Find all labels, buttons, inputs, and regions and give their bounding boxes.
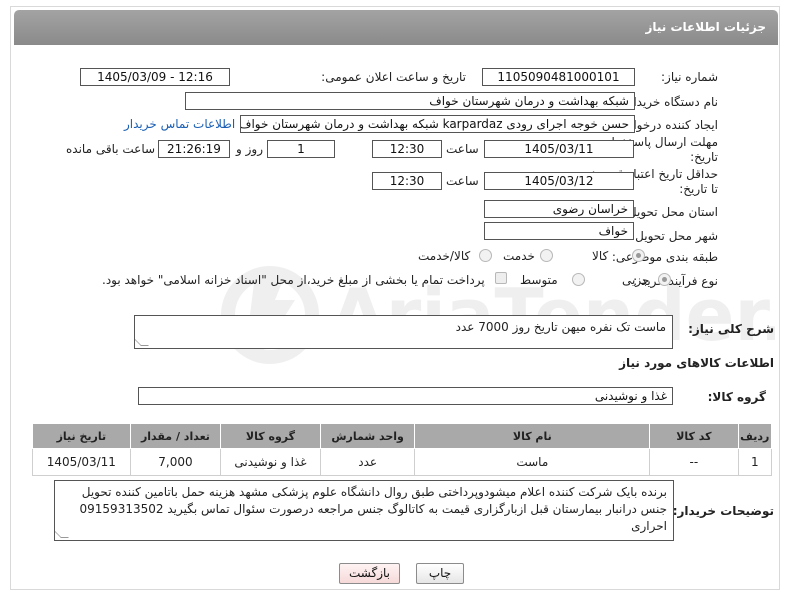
process-radio-medium[interactable] xyxy=(572,273,585,286)
validity-time-label: ساعت xyxy=(446,174,479,188)
validity-time-field: 12:30 xyxy=(372,172,442,190)
goods-group-field: غذا و نوشیدنی xyxy=(138,387,673,405)
process-option-minor: جزیی xyxy=(622,273,650,287)
buyer-contact-link[interactable]: اطلاعات تماس خریدار xyxy=(124,117,235,131)
buyer-field: شبکه بهداشت و درمان شهرستان خواف xyxy=(185,92,635,110)
cell-need-date: 1405/03/11 xyxy=(32,448,131,476)
col-header-row-number: ردیف xyxy=(737,423,773,449)
category-option-service: خدمت xyxy=(503,249,535,263)
col-header-unit: واحد شمارش xyxy=(319,423,416,449)
remaining-time-field: 21:26:19 xyxy=(158,140,230,158)
deadline-label-line2: تاریخ: xyxy=(690,150,718,164)
back-button[interactable]: بازگشت xyxy=(339,563,400,584)
category-option-goods: کالا xyxy=(592,249,609,263)
page-title: جزئیات اطلاعات نیاز xyxy=(645,20,766,34)
table-row: 1 -- ماست عدد غذا و نوشیدنی 7,000 1405/0… xyxy=(32,448,773,476)
cell-quantity: 7,000 xyxy=(129,448,222,476)
buyer-notes-textarea[interactable]: برنده بایک شرکت کننده اعلام میشودوپرداخت… xyxy=(54,480,674,541)
goods-section-title: اطلاعات کالاهای مورد نیاز xyxy=(619,356,774,370)
cell-unit: عدد xyxy=(319,448,416,476)
category-option-goods-service: کالا/خدمت xyxy=(418,249,471,263)
process-radio-minor[interactable] xyxy=(658,273,671,286)
deadline-days-label: روز و xyxy=(236,142,263,156)
deadline-days-field: 1 xyxy=(267,140,335,158)
print-button[interactable]: چاپ xyxy=(416,563,464,584)
province-field: خراسان رضوی xyxy=(484,200,634,218)
need-number-field: 1105090481000101 xyxy=(482,68,635,86)
process-option-medium: متوسط xyxy=(520,273,558,287)
cell-item-name: ماست xyxy=(414,448,651,476)
category-label: طبقه بندی موضوعی: xyxy=(611,250,718,264)
description-textarea[interactable]: ماست تک نفره میهن تاریخ روز 7000 عدد xyxy=(134,315,673,349)
cell-row-number: 1 xyxy=(737,448,773,476)
col-header-group: گروه کالا xyxy=(220,423,321,449)
resize-handle-icon[interactable] xyxy=(135,338,149,346)
requester-field: حسن خوجه اجرای رودی karpardaz شبکه بهداش… xyxy=(240,115,635,133)
goods-table: ردیف کد کالا نام کالا واحد شمارش گروه کا… xyxy=(32,423,773,476)
col-header-need-date: تاریخ نیاز xyxy=(32,423,131,449)
category-radio-goods[interactable] xyxy=(632,249,645,262)
buyer-notes-text: برنده بایک شرکت کننده اعلام میشودوپرداخت… xyxy=(79,485,667,533)
city-label: شهر محل تحویل: xyxy=(631,229,718,243)
description-text: ماست تک نفره میهن تاریخ روز 7000 عدد xyxy=(455,320,666,334)
resize-handle-icon[interactable] xyxy=(55,530,69,538)
validity-label-line2: تا تاریخ: xyxy=(679,182,718,196)
buyer-notes-label: توضیحات خریدار: xyxy=(672,504,774,518)
city-field: خواف xyxy=(484,222,634,240)
description-label: شرح کلی نیاز: xyxy=(688,322,774,336)
table-header-row: ردیف کد کالا نام کالا واحد شمارش گروه کا… xyxy=(32,423,773,449)
validity-date-field: 1405/03/12 xyxy=(484,172,634,190)
announce-label: تاریخ و ساعت اعلان عمومی: xyxy=(321,70,466,84)
deadline-date-field: 1405/03/11 xyxy=(484,140,634,158)
goods-group-label: گروه کالا: xyxy=(707,390,766,404)
cell-item-code: -- xyxy=(649,448,739,476)
need-number-label: شماره نیاز: xyxy=(661,70,718,84)
deadline-time-field: 12:30 xyxy=(372,140,442,158)
col-header-quantity: تعداد / مقدار xyxy=(129,423,222,449)
col-header-item-name: نام کالا xyxy=(414,423,651,449)
deadline-time-label: ساعت xyxy=(446,142,479,156)
cell-group: غذا و نوشیدنی xyxy=(220,448,321,476)
province-label: استان محل تحویل: xyxy=(623,205,718,219)
announce-datetime-field: 1405/03/09 - 12:16 xyxy=(80,68,230,86)
remaining-time-label: ساعت باقی مانده xyxy=(66,142,156,156)
buyer-label: نام دستگاه خریدار: xyxy=(623,95,719,109)
treasury-payment-note: پرداخت تمام یا بخشی از مبلغ خرید،از محل … xyxy=(102,273,485,287)
category-radio-service[interactable] xyxy=(540,249,553,262)
col-header-item-code: کد کالا xyxy=(649,423,739,449)
page-header: جزئیات اطلاعات نیاز xyxy=(14,10,778,45)
treasury-payment-checkbox[interactable] xyxy=(495,272,507,284)
category-radio-goods-service[interactable] xyxy=(479,249,492,262)
